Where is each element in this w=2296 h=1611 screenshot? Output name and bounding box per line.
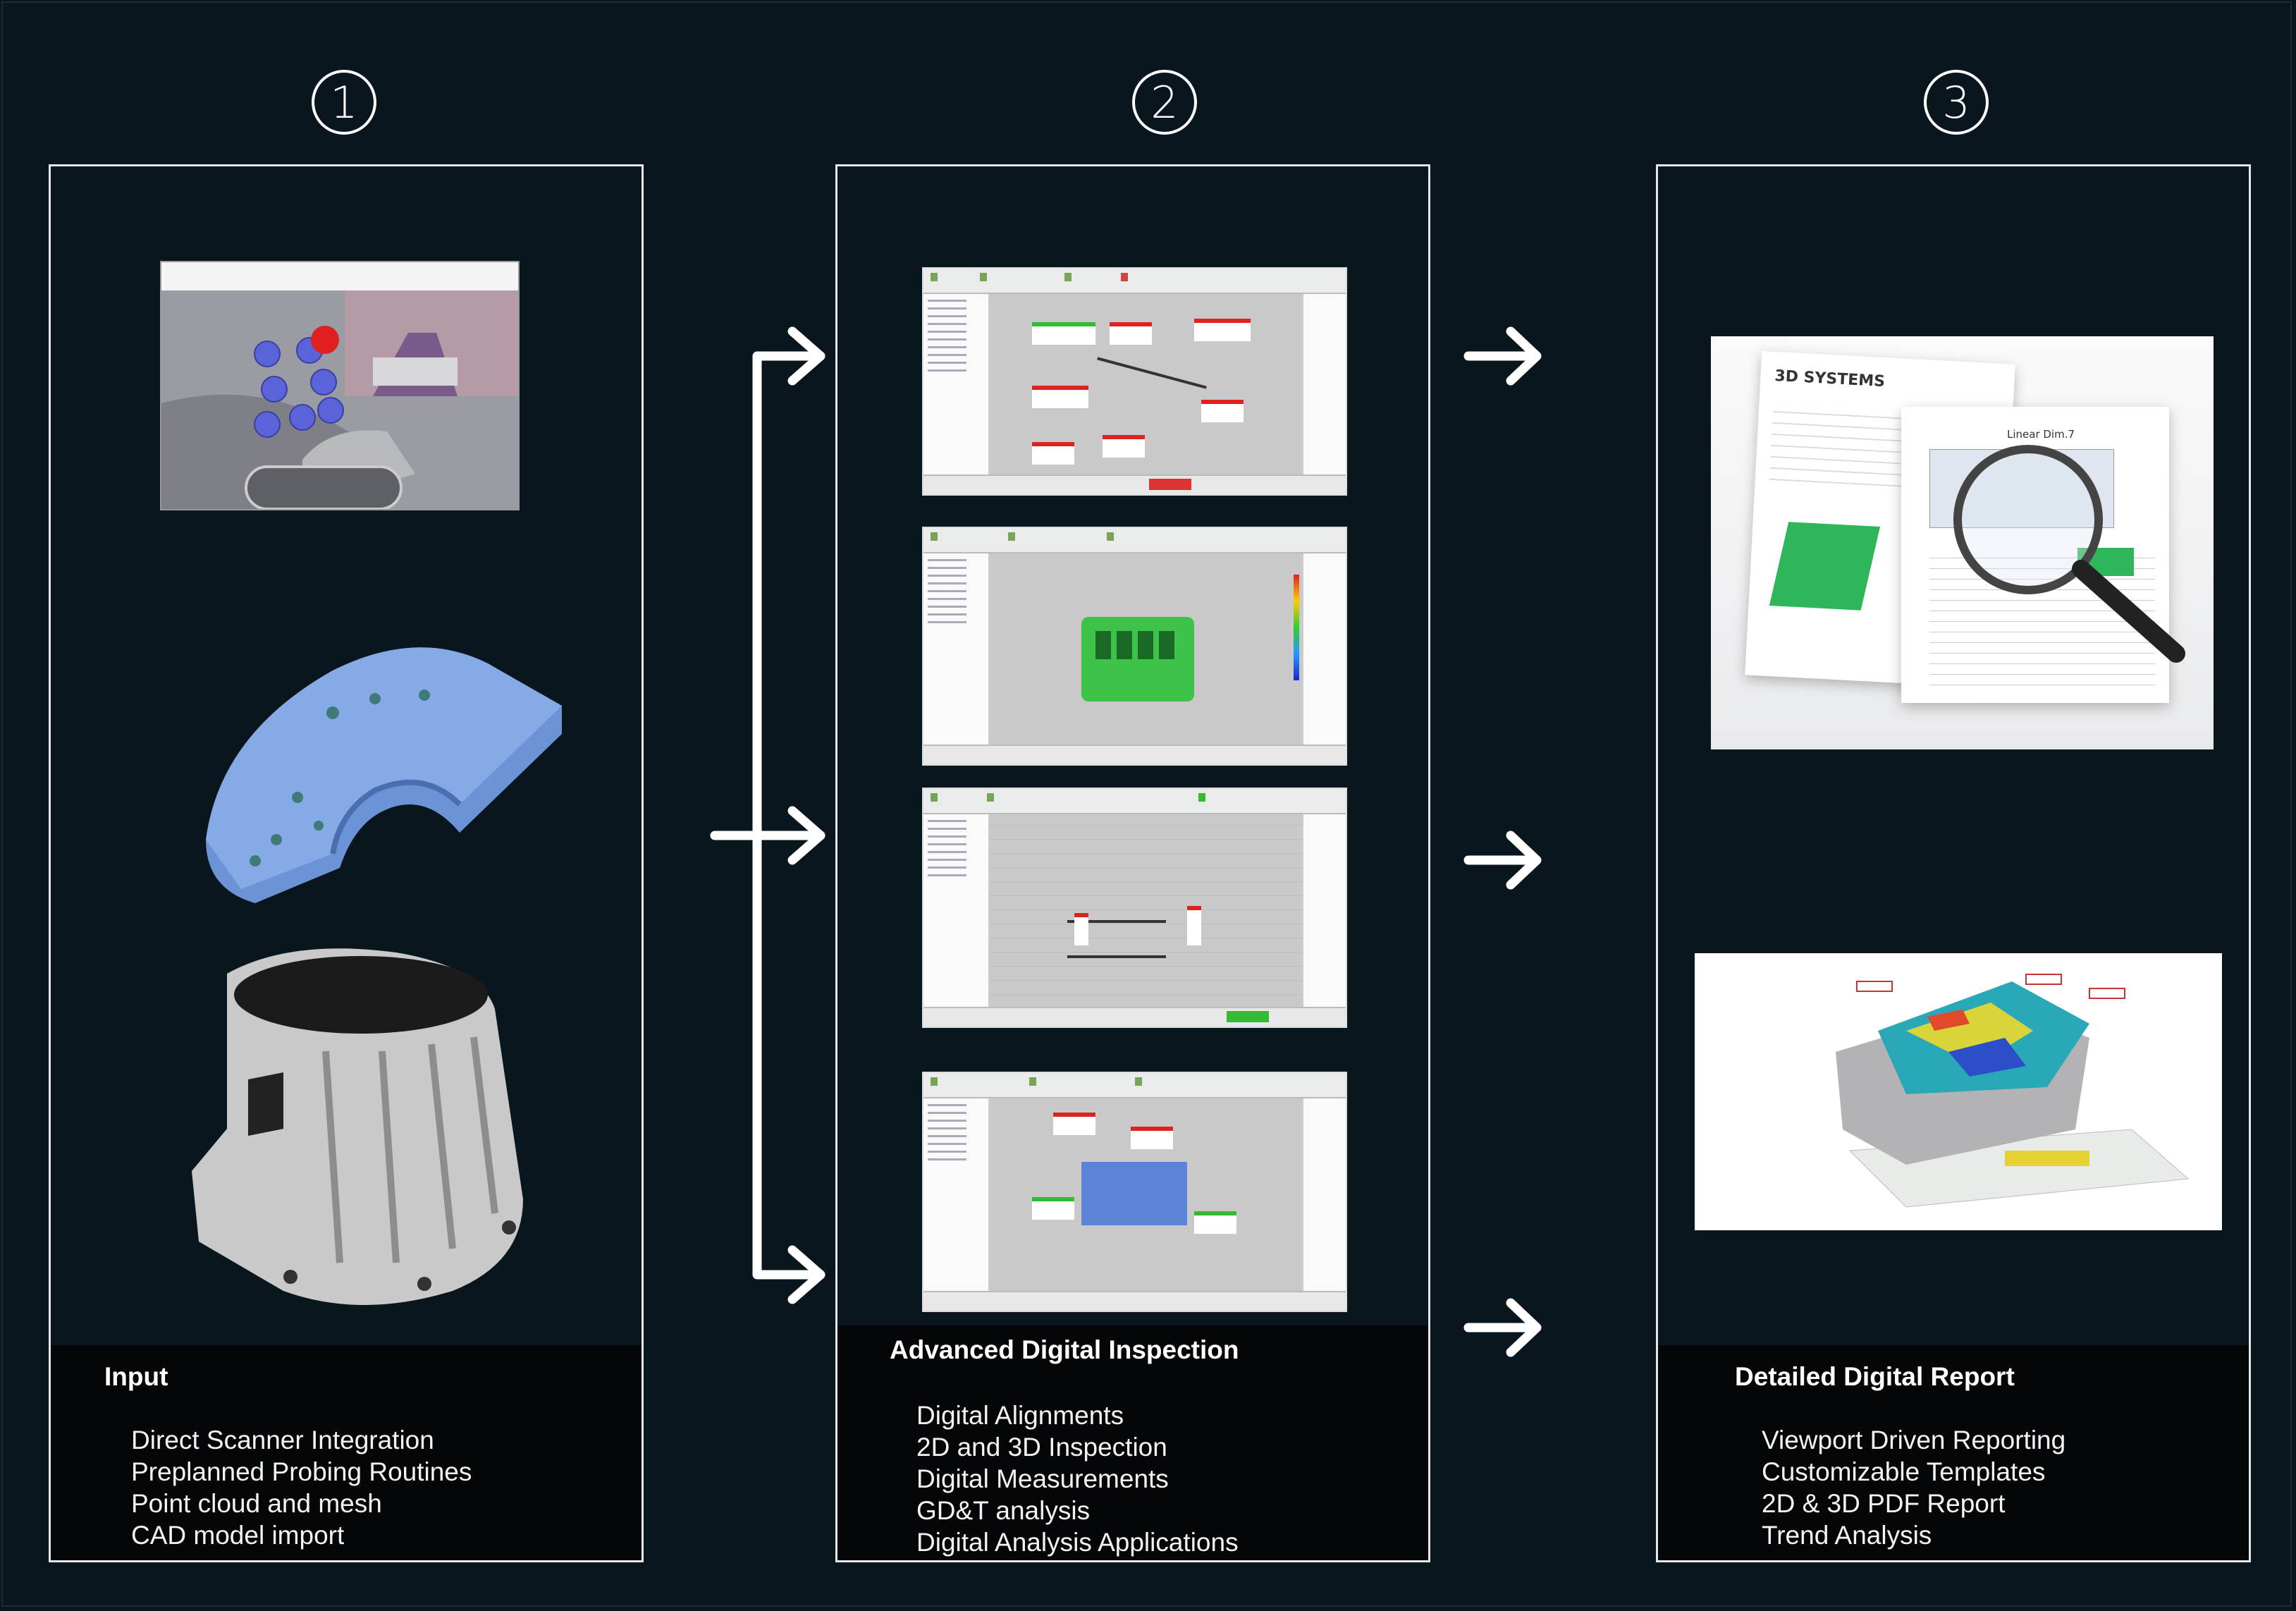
report-feature-list: Viewport Driven Reporting Customizable T… bbox=[1762, 1424, 2065, 1551]
report-chart-title: Linear Dim.7 bbox=[2007, 428, 2075, 441]
feature-item: Digital Analysis Applications bbox=[916, 1528, 1239, 1557]
inspection-caption: Advanced Digital Inspection Digital Alig… bbox=[837, 1325, 1428, 1560]
gdt-analysis-screenshot bbox=[922, 1072, 1347, 1312]
feature-item: 2D & 3D PDF Report bbox=[1762, 1489, 2006, 1518]
feature-item: Customizable Templates bbox=[1762, 1457, 2046, 1486]
feature-item: 2D and 3D Inspection bbox=[916, 1433, 1167, 1462]
inspection-feature-list: Digital Alignments 2D and 3D Inspection … bbox=[916, 1399, 1239, 1558]
3d-inspection-screenshot bbox=[922, 527, 1347, 766]
measurement-screenshot bbox=[922, 788, 1347, 1028]
feature-item: Trend Analysis bbox=[1762, 1521, 1932, 1550]
report-panel: 3D SYSTEMS Linear Dim.7 Detailed Digital… bbox=[1656, 164, 2251, 1562]
arrow-right-icon bbox=[1463, 1298, 1542, 1357]
arrow-right-icon bbox=[1463, 326, 1542, 386]
3d-pdf-report-image bbox=[1695, 953, 2222, 1230]
feature-item: GD&T analysis bbox=[916, 1496, 1091, 1525]
report-title: Detailed Digital Report bbox=[1735, 1362, 2015, 1391]
feature-item: Digital Alignments bbox=[916, 1401, 1124, 1430]
report-documents-image: 3D SYSTEMS Linear Dim.7 bbox=[1711, 336, 2214, 749]
alignment-screenshot bbox=[922, 267, 1347, 496]
feature-item: Digital Measurements bbox=[916, 1464, 1169, 1493]
magnifier-icon bbox=[1953, 445, 2185, 663]
report-caption: Detailed Digital Report Viewport Driven … bbox=[1658, 1345, 2249, 1560]
bracket-line bbox=[752, 351, 825, 1280]
inspection-panel: Advanced Digital Inspection Digital Alig… bbox=[835, 164, 1430, 1562]
report-logo: 3D SYSTEMS bbox=[1774, 367, 1886, 391]
arrow-right-icon bbox=[1463, 831, 1542, 890]
feature-item: Viewport Driven Reporting bbox=[1762, 1426, 2066, 1454]
inspection-title: Advanced Digital Inspection bbox=[890, 1335, 1239, 1364]
